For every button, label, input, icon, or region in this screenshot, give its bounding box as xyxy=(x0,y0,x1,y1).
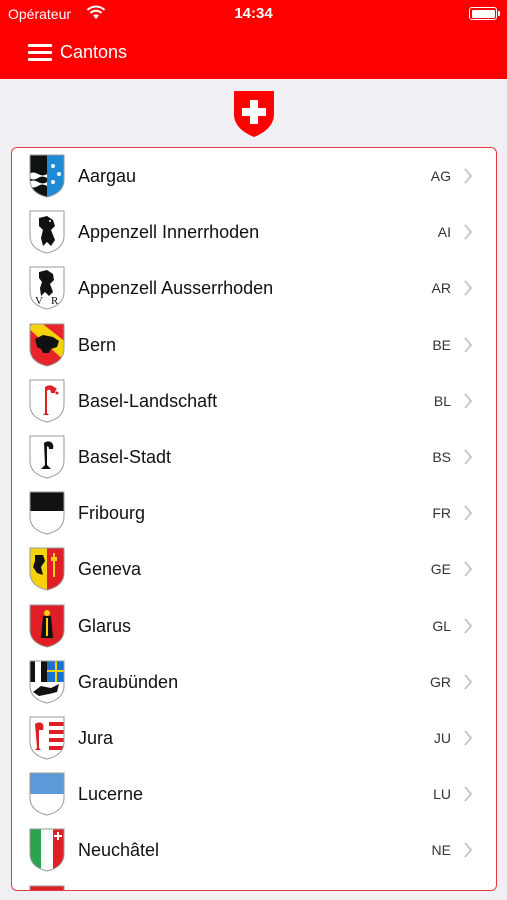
coat-of-arms-icon: V R xyxy=(29,266,65,310)
canton-name: Basel-Landschaft xyxy=(78,390,218,411)
chevron-right-icon xyxy=(464,393,473,409)
canton-code: FR xyxy=(432,505,451,522)
canton-row-lu[interactable]: Lucerne LU xyxy=(12,766,495,822)
coat-of-arms-icon xyxy=(29,210,65,254)
canton-row-be[interactable]: Bern BE xyxy=(12,317,495,373)
canton-code: BE xyxy=(432,336,451,353)
canton-code: GR xyxy=(430,673,451,690)
canton-code: NE xyxy=(431,842,451,859)
canton-name: Geneva xyxy=(78,559,142,580)
coat-of-arms-icon xyxy=(29,828,65,872)
canton-code: AG xyxy=(430,168,451,184)
chevron-right-icon xyxy=(464,561,473,578)
chevron-right-icon xyxy=(464,786,473,802)
coat-of-arms-icon xyxy=(29,772,65,816)
canton-code: GE xyxy=(430,561,451,578)
canton-row-bl[interactable]: Basel-Landschaft BL xyxy=(12,373,495,429)
chevron-right-icon xyxy=(464,674,473,690)
chevron-right-icon xyxy=(464,224,473,240)
coat-of-arms-icon xyxy=(29,547,65,591)
chevron-right-icon xyxy=(464,842,473,859)
canton-code: AR xyxy=(431,280,451,297)
battery-icon xyxy=(469,7,500,20)
canton-name: Aargau xyxy=(78,166,137,186)
coat-of-arms-icon xyxy=(29,154,65,198)
coat-of-arms-icon xyxy=(29,379,65,423)
page-title: Cantons xyxy=(60,42,128,62)
clock: 14:34 xyxy=(234,5,273,22)
canton-code: BS xyxy=(432,449,451,465)
chevron-right-icon xyxy=(464,168,473,184)
status-bar: Opérateur 14:34 xyxy=(0,0,507,26)
canton-name: Appenzell Innerrhoden xyxy=(78,222,260,243)
canton-row-ai[interactable]: Appenzell Innerrhoden AI xyxy=(12,204,495,260)
canton-list: Aargau AG Appenzell Innerrhoden AI V R A… xyxy=(11,147,497,891)
swiss-shield-logo xyxy=(234,91,274,137)
canton-code: AI xyxy=(437,224,451,241)
canton-name: Bern xyxy=(78,334,117,355)
canton-row-ge[interactable]: Geneva GE xyxy=(12,541,495,597)
coat-of-arms-icon xyxy=(29,660,65,704)
chevron-right-icon xyxy=(464,449,473,465)
chevron-right-icon xyxy=(464,280,473,297)
hamburger-menu-icon[interactable] xyxy=(28,44,52,62)
canton-code: JU xyxy=(433,730,451,746)
canton-name: Jura xyxy=(78,728,114,748)
canton-row-gl[interactable]: Glarus GL xyxy=(12,598,495,654)
chevron-right-icon xyxy=(464,730,473,746)
canton-name: Fribourg xyxy=(78,503,146,524)
canton-code: BL xyxy=(433,392,451,409)
coat-of-arms-icon xyxy=(29,435,65,479)
canton-row-bs[interactable]: Basel-Stadt BS xyxy=(12,429,495,485)
canton-name: Graubünden xyxy=(78,671,179,692)
chevron-right-icon xyxy=(464,617,473,634)
canton-name: Appenzell Ausserrhoden xyxy=(78,278,274,299)
chevron-right-icon xyxy=(464,336,473,353)
canton-code: GL xyxy=(432,617,451,634)
chevron-right-icon xyxy=(464,505,473,521)
canton-row-ag[interactable]: Aargau AG xyxy=(12,148,495,204)
canton-name: Basel-Stadt xyxy=(78,447,172,467)
canton-row-partial[interactable] xyxy=(12,879,495,890)
coat-of-arms-icon xyxy=(29,604,65,648)
coat-of-arms-icon xyxy=(29,885,65,890)
canton-row-ar[interactable]: V R Appenzell Ausserrhoden AR xyxy=(12,260,495,316)
canton-name: Neuchâtel xyxy=(78,840,160,861)
canton-code: LU xyxy=(433,786,451,803)
canton-name: Glarus xyxy=(78,615,132,636)
navigation-bar: Cantons xyxy=(0,36,507,70)
canton-name: Lucerne xyxy=(78,784,144,805)
app-header: Opérateur 14:34 Cantons xyxy=(0,0,507,79)
svg-text:V: V xyxy=(35,295,43,307)
coat-of-arms-icon xyxy=(29,491,65,535)
canton-row-ju[interactable]: Jura JU xyxy=(12,710,495,766)
svg-text:R: R xyxy=(51,295,59,307)
coat-of-arms-icon xyxy=(29,716,65,760)
canton-row-ne[interactable]: Neuchâtel NE xyxy=(12,822,495,878)
canton-row-fr[interactable]: Fribourg FR xyxy=(12,485,495,541)
canton-row-gr[interactable]: Graubünden GR xyxy=(12,654,495,710)
coat-of-arms-icon xyxy=(29,323,65,367)
